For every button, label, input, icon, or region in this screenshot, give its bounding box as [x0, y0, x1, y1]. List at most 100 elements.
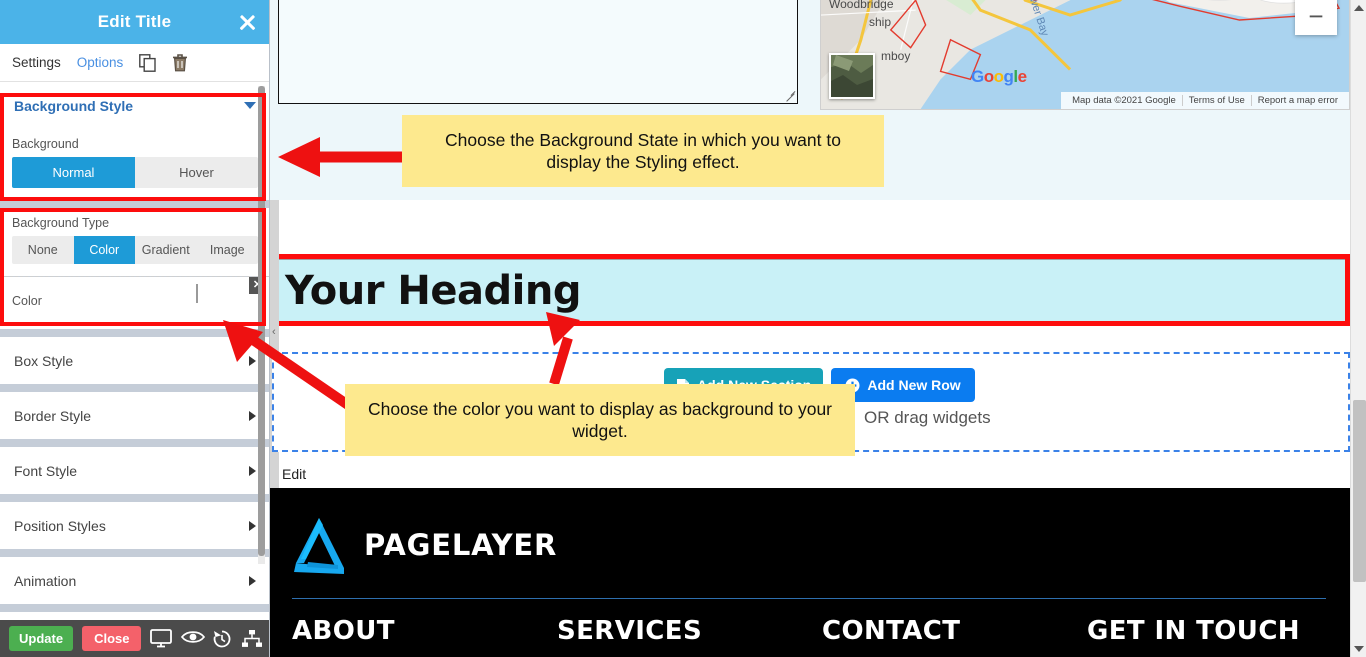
background-type-toggle[interactable]: None Color Gradient Image — [12, 236, 258, 264]
sidebar-footer-toolbar: Update Close — [0, 620, 269, 657]
footer-logo-text: PAGELAYER — [364, 528, 558, 562]
footer-nav-about[interactable]: ABOUT — [292, 616, 557, 646]
satellite-thumbnail-icon — [831, 55, 873, 97]
page-title: Edit Title — [97, 12, 172, 31]
chevron-right-icon[interactable] — [249, 520, 256, 531]
eye-glyph — [181, 630, 206, 643]
map-attribution: Map data ©2021 Google Terms of Use Repor… — [1061, 92, 1349, 109]
close-icon[interactable] — [237, 12, 257, 32]
section-gap — [0, 329, 269, 337]
section-gap — [0, 439, 269, 447]
background-state-toggle[interactable]: Normal Hover — [12, 157, 258, 188]
sidebar-section-motion-effects[interactable]: Motion Effects — [0, 612, 269, 620]
section-gap — [0, 494, 269, 502]
heading-widget-highlight: Your Heading — [272, 254, 1350, 326]
map-data-text: Map data ©2021 Google — [1072, 95, 1176, 106]
scroll-up-triangle — [1354, 5, 1364, 11]
background-type-color[interactable]: Color — [73, 236, 135, 264]
map-terms-link[interactable]: Terms of Use — [1181, 95, 1251, 106]
section-gap — [0, 384, 269, 392]
chevron-right-icon[interactable] — [249, 410, 256, 421]
sidebar-header: Edit Title — [0, 0, 269, 44]
page-canvas: Rahway 9 278 STATEN ISLAND Woodbridge sh… — [270, 0, 1350, 657]
copy-icon[interactable] — [139, 53, 157, 72]
sitemap-glyph — [242, 629, 263, 647]
textarea-resize-handle[interactable] — [785, 91, 795, 101]
footer-divider — [292, 598, 1326, 599]
sidebar-section-animation[interactable]: Animation — [0, 557, 269, 604]
background-type-none[interactable]: None — [12, 236, 74, 264]
color-picker-field: Color ✕ — [0, 277, 269, 329]
map-label-woodbridge: Woodbridge — [829, 0, 894, 11]
map-label-ship: ship — [869, 15, 892, 29]
map-zoom-controls[interactable]: + − — [1295, 0, 1337, 35]
section-gap — [0, 604, 269, 612]
chevron-right-icon[interactable] — [249, 575, 256, 586]
background-type-field: Background Type None Color Gradient Imag… — [0, 208, 269, 276]
page-scrollbar-thumb[interactable] — [1353, 400, 1366, 582]
heading-widget[interactable]: Your Heading — [277, 259, 1345, 321]
editor-sidebar: Edit Title Settings Options Background S… — [0, 0, 270, 657]
scroll-down-triangle — [1354, 646, 1364, 652]
map-zoom-out-button[interactable]: − — [1295, 0, 1337, 36]
section-gap — [0, 200, 269, 208]
chevron-right-icon[interactable] — [249, 465, 256, 476]
or-drag-widgets-text: OR drag widgets — [864, 408, 991, 427]
sidebar-section-position-styles[interactable]: Position Styles — [0, 502, 269, 549]
tab-settings[interactable]: Settings — [12, 55, 61, 70]
border-style-label: Border Style — [14, 407, 92, 424]
footer-logo-group[interactable]: PAGELAYER — [292, 516, 557, 574]
sidebar-section-box-style[interactable]: Box Style — [0, 337, 269, 384]
add-new-row-label: Add New Row — [867, 377, 961, 393]
callout-background-color: Choose the color you want to display as … — [345, 384, 855, 456]
scroll-down-arrow-icon[interactable] — [1351, 641, 1366, 657]
footer-nav-contact[interactable]: CONTACT — [822, 616, 1087, 646]
map-satellite-toggle[interactable] — [829, 53, 875, 99]
desktop-glyph — [150, 628, 173, 647]
sitemap-icon[interactable] — [241, 629, 263, 649]
sidebar-section-background-style[interactable]: Background Style — [0, 82, 269, 129]
eye-icon[interactable] — [181, 629, 206, 649]
callout-background-state: Choose the Background State in which you… — [402, 115, 884, 187]
penrose-triangle-logo-icon — [294, 518, 344, 574]
tab-options[interactable]: Options — [77, 55, 124, 70]
font-style-label: Font Style — [14, 462, 78, 479]
sidebar-section-border-style[interactable]: Border Style — [0, 392, 269, 439]
google-logo: Google — [971, 67, 1027, 86]
footer-nav-services[interactable]: SERVICES — [557, 616, 822, 646]
update-button[interactable]: Update — [9, 626, 74, 651]
color-swatch[interactable] — [196, 284, 198, 303]
background-state-normal[interactable]: Normal — [12, 157, 135, 188]
footer-nav: ABOUT SERVICES CONTACT GET IN TOUCH — [292, 616, 1350, 646]
history-icon[interactable] — [212, 629, 232, 649]
copy-glyph — [139, 53, 157, 72]
google-map-widget[interactable]: Rahway 9 278 STATEN ISLAND Woodbridge sh… — [820, 0, 1350, 110]
sidebar-scrollbar[interactable] — [258, 86, 265, 564]
close-button[interactable]: Close — [82, 626, 142, 651]
color-swatch-group: ✕ — [196, 277, 266, 317]
background-type-image[interactable]: Image — [196, 236, 258, 264]
chevron-down-icon[interactable] — [244, 102, 256, 109]
message-textarea[interactable] — [278, 0, 798, 104]
sidebar-tab-bar: Settings Options — [0, 44, 269, 82]
position-styles-label: Position Styles — [14, 517, 106, 534]
scroll-up-arrow-icon[interactable] — [1351, 0, 1366, 16]
heading-text: Your Heading — [285, 267, 581, 314]
collapse-chevron-icon[interactable]: ‹ — [272, 326, 276, 338]
trash-icon[interactable] — [172, 53, 189, 72]
edit-link[interactable]: Edit — [282, 466, 306, 482]
background-type-gradient[interactable]: Gradient — [135, 236, 197, 264]
page-scrollbar[interactable] — [1350, 0, 1366, 657]
footer-nav-get-in-touch[interactable]: GET IN TOUCH — [1087, 616, 1300, 646]
map-report-link[interactable]: Report a map error — [1250, 95, 1344, 106]
trash-glyph — [173, 53, 188, 71]
site-footer: PAGELAYER ABOUT SERVICES CONTACT GET IN … — [270, 488, 1350, 657]
sidebar-section-font-style[interactable]: Font Style — [0, 447, 269, 494]
sidebar-scroll-area: Background Style Background Normal Hover… — [0, 82, 269, 620]
background-state-hover[interactable]: Hover — [135, 157, 258, 188]
chevron-right-icon[interactable] — [249, 355, 256, 366]
background-style-label: Background Style — [14, 97, 134, 114]
sidebar-scrollbar-thumb[interactable] — [258, 86, 265, 556]
background-type-label: Background Type — [12, 216, 110, 230]
desktop-icon[interactable] — [150, 628, 173, 649]
